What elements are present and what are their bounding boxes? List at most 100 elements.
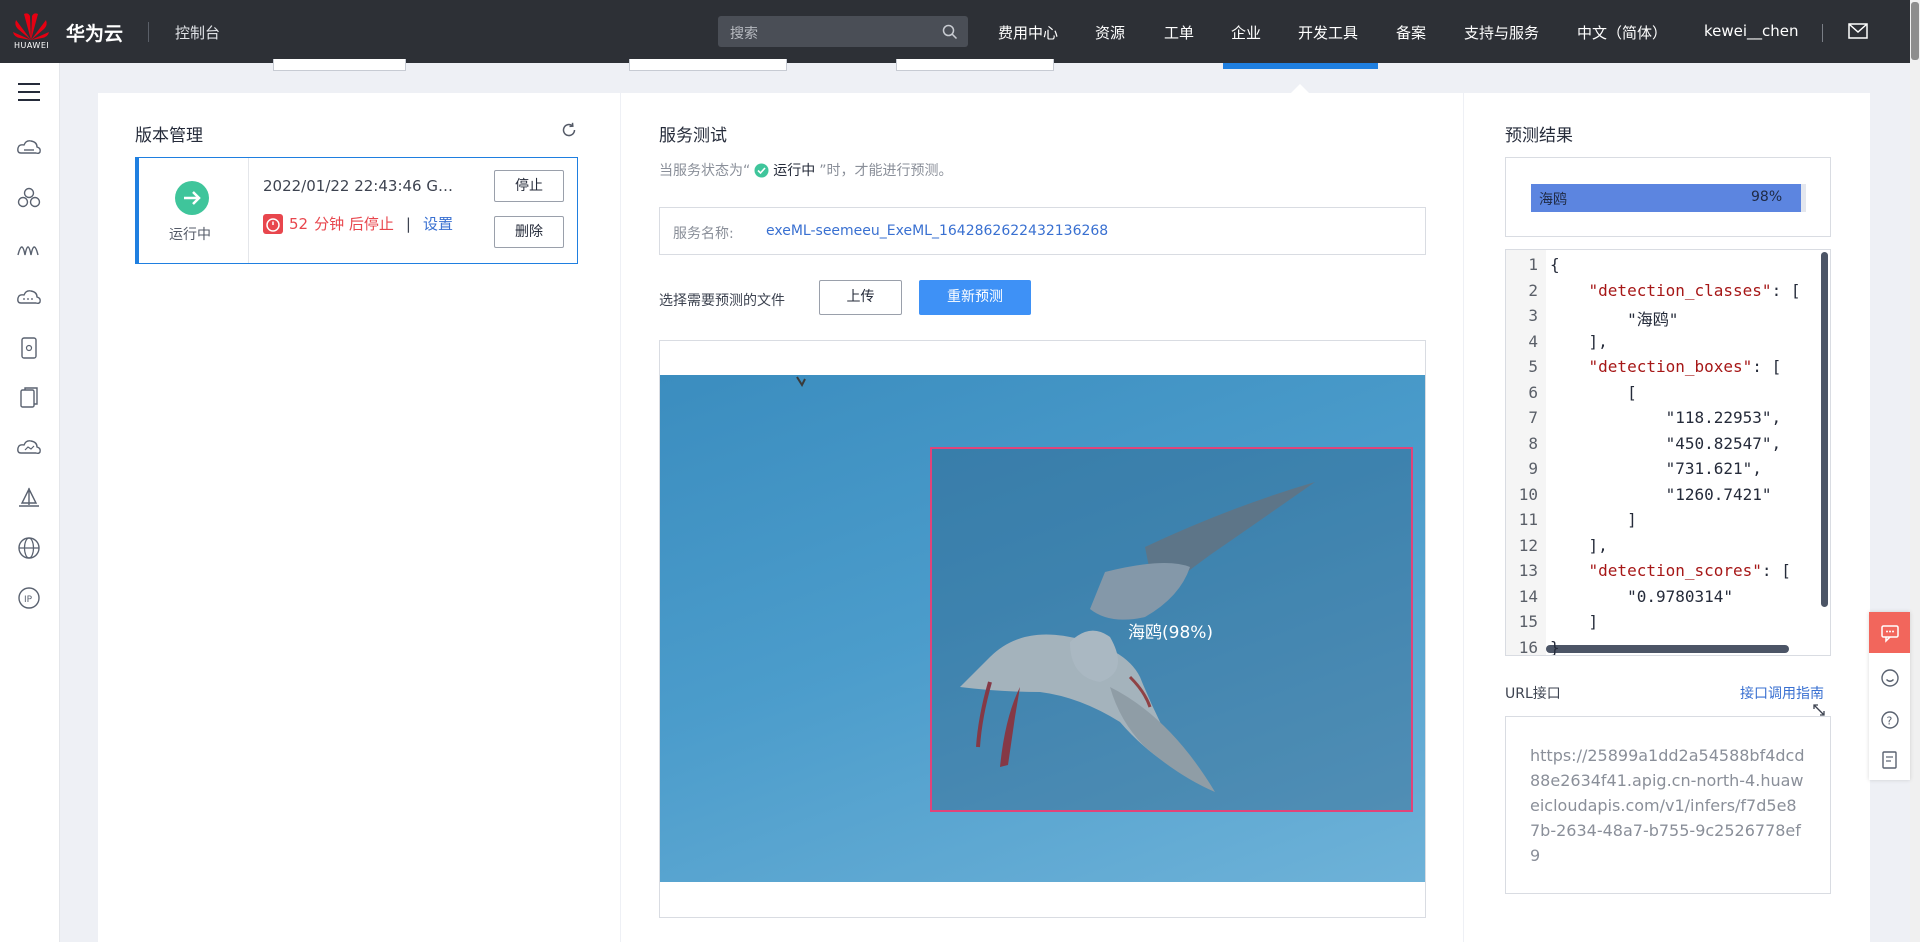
search-placeholder: 搜索 [730,26,758,42]
repredict-button[interactable]: 重新预测 [919,280,1031,315]
search-input[interactable]: 搜索 [718,16,968,47]
partial-step-bar [60,59,1910,94]
brand-name[interactable]: 华为云 [66,19,123,46]
line-number: 14 [1518,586,1538,606]
partial-field [629,59,787,71]
service-name-value[interactable]: exeML-seemeeu_ExeML_1642862622432136268 [766,223,1108,239]
nav-support[interactable]: 支持与服务 [1464,22,1539,43]
line-number: 3 [1528,306,1538,325]
logo-text: HUAWEI [14,41,50,50]
code-text: "海鸥" [1550,310,1679,329]
hint-status: 运行中 [773,163,816,179]
nav-filing[interactable]: 备案 [1396,22,1426,43]
nav-resources[interactable]: 资源 [1095,22,1125,43]
hint-prefix: 当服务状态为“ [659,163,751,179]
nav-username[interactable]: kewei__chen [1704,22,1799,40]
code-text: "731.621", [1550,459,1762,478]
service-hint: 当服务状态为“ 运行中 ”时，才能进行预测。 [659,160,953,180]
code-text: "450.82547", [1550,433,1782,453]
setting-link[interactable]: 设置 [423,213,453,234]
line-number: 13 [1518,561,1538,580]
arrow-right-icon [184,191,201,205]
globe-icon[interactable] [16,535,42,561]
code-text: ] [1550,510,1637,529]
stop-button[interactable]: 停止 [494,170,564,202]
version-title: 版本管理 [135,126,203,146]
divider [1822,24,1823,42]
code-text: } [1550,637,1560,656]
line-number: 11 [1518,510,1538,529]
line-number: 4 [1528,331,1538,351]
line-number: 9 [1528,459,1538,478]
line-number: 16 [1518,637,1538,656]
prediction-image: 海鸥(98%) [660,375,1425,882]
version-item[interactable]: 运行中 2022/01/22 22:43:46 GMT+08:00 52 分钟 … [135,157,578,264]
hint-suffix: ”时，才能进行预测。 [819,163,953,179]
nav-language[interactable]: 中文（简体） [1577,22,1667,43]
upload-button[interactable]: 上传 [819,280,902,315]
nav-enterprise[interactable]: 企业 [1231,22,1261,43]
mail-icon[interactable] [1848,23,1868,39]
service-rail: IP [0,63,60,942]
active-step-indicator [1223,63,1378,69]
cloud-storage-icon[interactable] [16,285,42,311]
status-label: 运行中 [169,227,211,243]
help-icon[interactable]: ? [1880,710,1900,730]
line-number: 2 [1528,280,1538,300]
code-text: ], [1550,535,1608,555]
code-vertical-scrollbar[interactable] [1821,252,1828,607]
running-status-icon [175,181,209,215]
check-circle-icon [754,163,769,177]
line-number: 8 [1528,433,1538,453]
version-date: 2022/01/22 22:43:46 GMT+08:00 [263,177,463,195]
service-test-title: 服务测试 [659,126,727,146]
timer-icon [263,213,283,234]
cloud-server-icon[interactable] [16,135,42,161]
line-number: 6 [1528,382,1538,402]
scrollbar-thumb[interactable] [1911,2,1919,60]
nav-billing[interactable]: 费用中心 [998,22,1058,43]
refresh-icon[interactable] [561,122,577,138]
code-text: "detection_scores": [ [1588,561,1791,580]
search-icon[interactable] [942,24,958,40]
confidence-bar: 海鸥 98% [1531,184,1806,212]
partial-field [896,59,1054,71]
console-link[interactable]: 控制台 [175,22,220,43]
code-text: "118.22953", [1550,408,1782,427]
page-scrollbar[interactable] [1910,0,1920,942]
detection-label: 海鸥(98%) [1128,623,1214,643]
code-text: ], [1550,331,1608,351]
timer-text: 分钟 后停止 [314,215,394,233]
feedback-icon [1881,625,1899,643]
timer-value: 52 [289,214,309,233]
delete-button[interactable]: 删除 [494,216,564,248]
menu-icon[interactable] [16,79,42,105]
resize-icon[interactable] [1812,703,1826,717]
ip-icon[interactable]: IP [16,585,42,611]
line-number: 1 [1528,255,1538,274]
code-text: "0.9780314" [1550,586,1734,606]
url-value[interactable]: https://25899a1dd2a54588bf4dcd88e2634f41… [1505,716,1831,894]
network-icon[interactable] [16,235,42,261]
result-title: 预测结果 [1505,126,1573,146]
svg-text:?: ? [1887,715,1893,728]
code-horizontal-scrollbar[interactable] [1546,645,1789,653]
database-icon[interactable] [16,335,42,361]
json-result-editor[interactable]: 1 {2 "detection_classes": [3 "海鸥" 4 ], 5 "d… [1505,249,1831,656]
code-text: [ [1550,382,1637,402]
nav-dev-tools[interactable]: 开发工具 [1298,22,1358,43]
code-text: { [1550,255,1560,274]
ship-icon[interactable] [16,485,42,511]
nav-tickets[interactable]: 工单 [1164,22,1194,43]
feedback-button[interactable] [1869,612,1910,653]
cluster-icon[interactable] [16,185,42,211]
line-number: 15 [1518,612,1538,631]
api-guide-link[interactable]: 接口调用指南 [1740,683,1824,703]
note-icon[interactable] [1880,750,1900,770]
smile-icon[interactable] [1880,668,1900,688]
divider: | [405,214,411,233]
service-name-field: 服务名称: exeML-seemeeu_ExeML_16428626224321… [659,207,1426,255]
url-interface-label: URL接口 [1505,686,1561,702]
cloud-sync-icon[interactable] [16,435,42,461]
copy-icon[interactable] [16,385,42,411]
